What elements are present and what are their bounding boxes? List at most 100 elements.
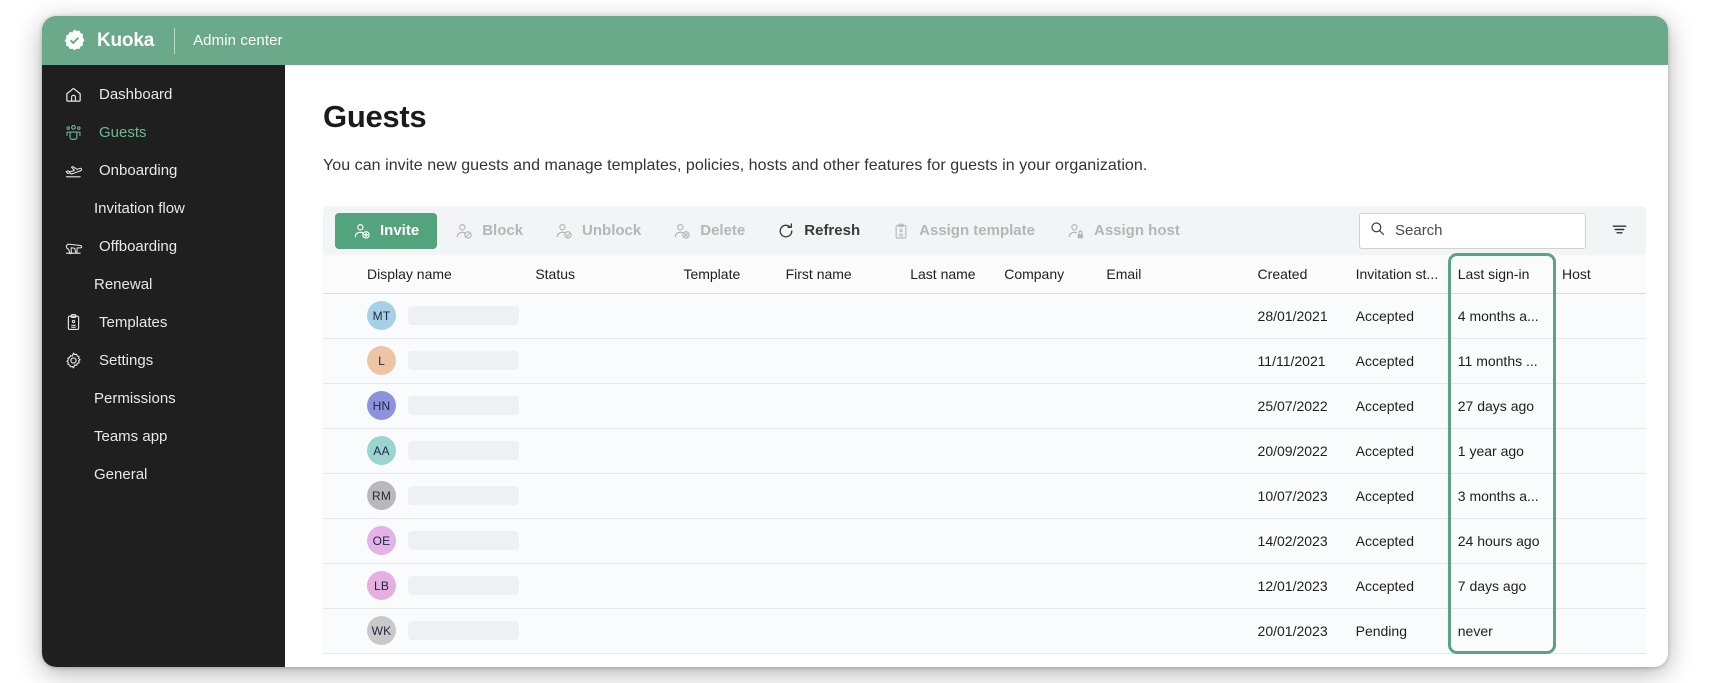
column-header-first-name[interactable]: First name bbox=[777, 255, 903, 294]
sidebar-item-settings[interactable]: Settings bbox=[42, 341, 285, 379]
cell-last-name bbox=[902, 608, 997, 654]
sidebar-item-teams-app[interactable]: Teams app bbox=[42, 417, 285, 455]
column-header-last-name[interactable]: Last name bbox=[902, 255, 997, 294]
table-row[interactable]: WK 20/01/2023 Pending never bbox=[323, 608, 1646, 654]
avatar: AA bbox=[367, 436, 396, 465]
sidebar-item-label: Settings bbox=[99, 351, 154, 369]
sidebar-item-label: Dashboard bbox=[99, 85, 173, 103]
cell-invitation-status: Accepted bbox=[1347, 563, 1450, 609]
cell-last-sign-in: never bbox=[1449, 608, 1554, 654]
cell-display-name: AA bbox=[323, 428, 528, 474]
filter-button[interactable] bbox=[1602, 214, 1636, 248]
refresh-button[interactable]: Refresh bbox=[763, 213, 874, 249]
assign-host-button: Assign host bbox=[1053, 213, 1194, 249]
sidebar-item-dashboard[interactable]: Dashboard bbox=[42, 75, 285, 113]
column-header-display-name[interactable]: Display name bbox=[323, 255, 528, 294]
cell-last-name bbox=[902, 383, 997, 429]
cell-status bbox=[527, 428, 676, 474]
refresh-icon bbox=[777, 222, 795, 240]
avatar: L bbox=[367, 346, 396, 375]
search-icon bbox=[1370, 221, 1385, 241]
cell-email bbox=[1098, 383, 1250, 429]
cell-status bbox=[527, 518, 676, 564]
sidebar-item-invitation-flow[interactable]: Invitation flow bbox=[42, 189, 285, 227]
table-row[interactable]: OE 14/02/2023 Accepted 24 hours ago bbox=[323, 518, 1646, 564]
column-header-email[interactable]: Email bbox=[1098, 255, 1250, 294]
cell-company bbox=[996, 338, 1099, 384]
cell-last-sign-in: 3 months a... bbox=[1449, 473, 1554, 519]
redacted-display-name bbox=[408, 531, 520, 550]
unblock-button: Unblock bbox=[541, 213, 655, 249]
table-row[interactable]: AA 20/09/2022 Accepted 1 year ago bbox=[323, 428, 1646, 474]
table-head: Display name Status Template First name Last… bbox=[323, 255, 1646, 294]
cell-invitation-status: Accepted bbox=[1347, 293, 1450, 339]
cell-status bbox=[527, 563, 676, 609]
avatar: HN bbox=[367, 391, 396, 420]
body: Dashboard Guests Onboarding Invitation flow… bbox=[42, 65, 1668, 667]
cell-template bbox=[675, 383, 778, 429]
cell-first-name bbox=[777, 338, 903, 384]
block-button: Block bbox=[441, 213, 537, 249]
sidebar-item-label: Invitation flow bbox=[94, 199, 185, 217]
table-row[interactable]: RM 10/07/2023 Accepted 3 months a... bbox=[323, 473, 1646, 519]
cell-template bbox=[675, 428, 778, 474]
cell-first-name bbox=[777, 473, 903, 519]
cell-status bbox=[527, 338, 676, 384]
sidebar-item-label: Offboarding bbox=[99, 237, 178, 255]
sidebar-item-label: Templates bbox=[99, 313, 168, 331]
sidebar-item-renewal[interactable]: Renewal bbox=[42, 265, 285, 303]
column-header-company[interactable]: Company bbox=[996, 255, 1099, 294]
cell-first-name bbox=[777, 518, 903, 564]
cell-last-name bbox=[902, 338, 997, 384]
cell-template bbox=[675, 608, 778, 654]
page-description: You can invite new guests and manage tem… bbox=[323, 157, 1148, 174]
cell-display-name: OE bbox=[323, 518, 528, 564]
avatar: OE bbox=[367, 526, 396, 555]
search-box[interactable] bbox=[1359, 212, 1586, 249]
admin-center-label: Admin center bbox=[193, 32, 283, 49]
column-header-created[interactable]: Created bbox=[1249, 255, 1348, 294]
brand[interactable]: Kuoka bbox=[62, 28, 154, 53]
column-header-last-sign-in[interactable]: Last sign-in bbox=[1449, 255, 1554, 294]
invite-button[interactable]: Invite bbox=[335, 212, 438, 249]
cell-invitation-status: Accepted bbox=[1347, 428, 1450, 474]
gear-icon bbox=[64, 351, 83, 370]
verified-badge-icon bbox=[62, 28, 87, 53]
sidebar-item-templates[interactable]: Templates bbox=[42, 303, 285, 341]
table-row[interactable]: LB 12/01/2023 Accepted 7 days ago bbox=[323, 563, 1646, 609]
column-header-host[interactable]: Host bbox=[1553, 255, 1646, 294]
table-row[interactable]: L 11/11/2021 Accepted 11 months ... bbox=[323, 338, 1646, 384]
cell-host bbox=[1553, 608, 1646, 654]
person-unblock-icon bbox=[555, 222, 573, 240]
sidebar-item-label: Renewal bbox=[94, 275, 153, 293]
cell-invitation-status: Pending bbox=[1347, 608, 1450, 654]
sidebar-item-guests[interactable]: Guests bbox=[42, 113, 285, 151]
column-header-invitation-st[interactable]: Invitation st... bbox=[1347, 255, 1450, 294]
cell-host bbox=[1553, 383, 1646, 429]
toolbar-button-label: Block bbox=[482, 222, 524, 239]
filter-icon bbox=[1611, 221, 1628, 241]
cell-email bbox=[1098, 428, 1250, 474]
cell-created: 10/07/2023 bbox=[1249, 473, 1348, 519]
sidebar-item-label: Onboarding bbox=[99, 161, 178, 179]
search-input[interactable] bbox=[1395, 222, 1575, 239]
table-row[interactable]: HN 25/07/2022 Accepted 27 days ago bbox=[323, 383, 1646, 429]
column-header-template[interactable]: Template bbox=[675, 255, 778, 294]
cell-email bbox=[1098, 473, 1250, 519]
column-header-status[interactable]: Status bbox=[527, 255, 676, 294]
cell-status bbox=[527, 473, 676, 519]
cell-last-sign-in: 24 hours ago bbox=[1449, 518, 1554, 564]
avatar: RM bbox=[367, 481, 396, 510]
table-row[interactable]: MT 28/01/2021 Accepted 4 months a... bbox=[323, 293, 1646, 339]
sidebar-item-general[interactable]: General bbox=[42, 455, 285, 493]
plane-landing-icon bbox=[64, 237, 83, 256]
sidebar-item-onboarding[interactable]: Onboarding bbox=[42, 151, 285, 189]
sidebar-item-permissions[interactable]: Permissions bbox=[42, 379, 285, 417]
cell-display-name: RM bbox=[323, 473, 528, 519]
redacted-display-name bbox=[408, 351, 520, 370]
cell-display-name: L bbox=[323, 338, 528, 384]
avatar: LB bbox=[367, 571, 396, 600]
cell-company bbox=[996, 518, 1099, 564]
sidebar-item-offboarding[interactable]: Offboarding bbox=[42, 227, 285, 265]
plane-takeoff-icon bbox=[64, 161, 83, 180]
